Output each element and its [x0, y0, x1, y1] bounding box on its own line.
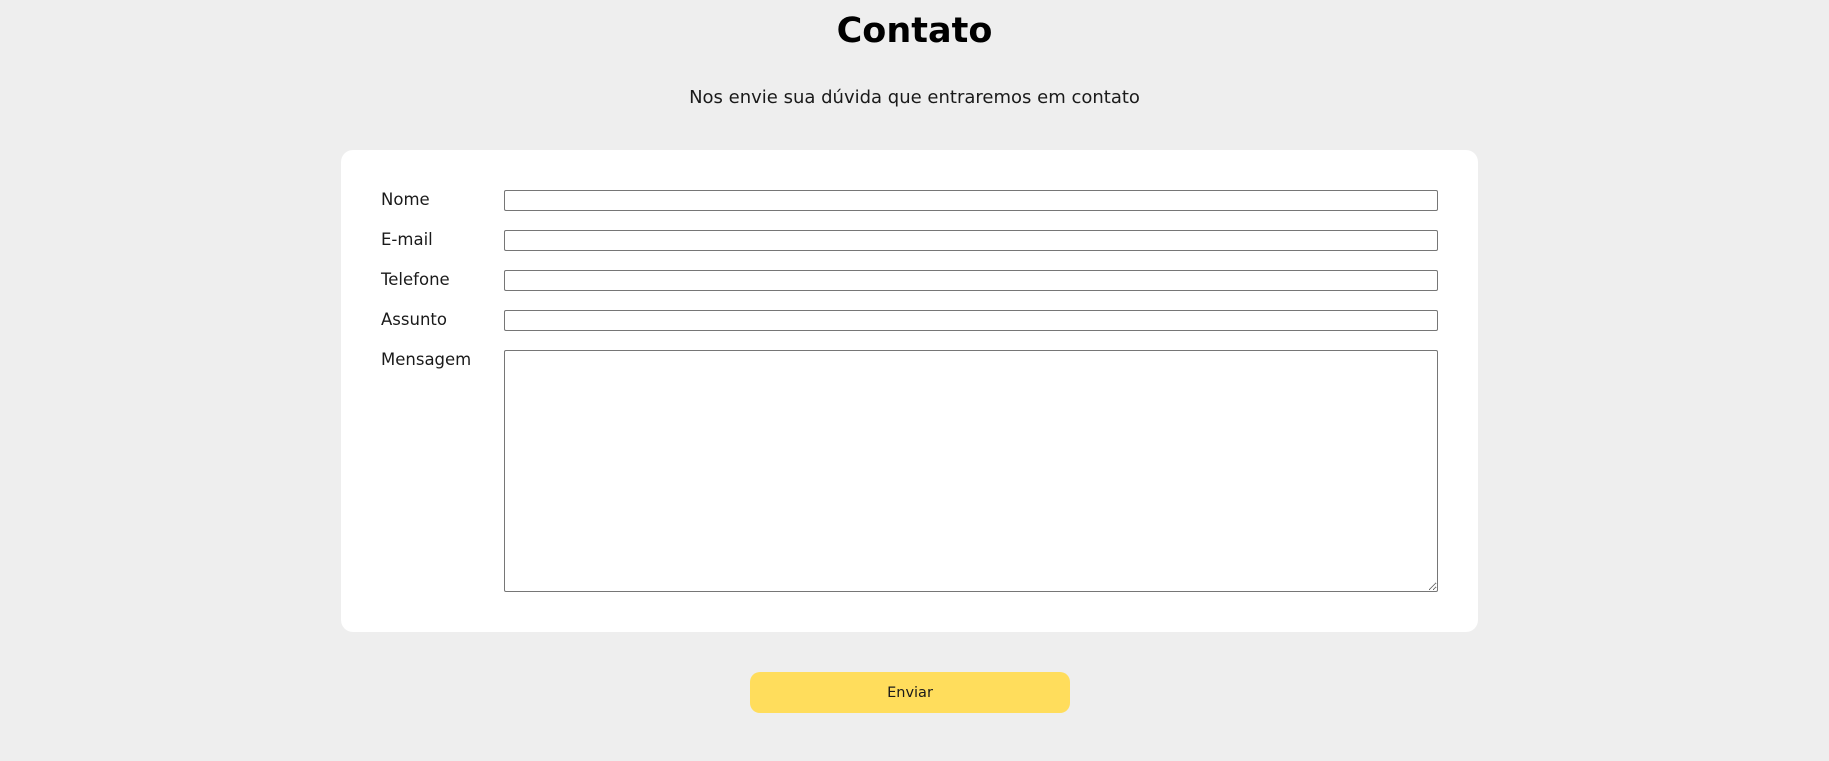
- nome-label: Nome: [381, 190, 430, 209]
- page-title: Contato: [836, 11, 993, 51]
- contact-form-card: Nome E-mail Telefone Assunto Mensagem: [341, 150, 1478, 632]
- assunto-input[interactable]: [504, 310, 1438, 331]
- email-label: E-mail: [381, 230, 433, 249]
- telefone-label: Telefone: [381, 270, 450, 289]
- assunto-label: Assunto: [381, 310, 447, 329]
- nome-input[interactable]: [504, 190, 1438, 211]
- email-input[interactable]: [504, 230, 1438, 251]
- mensagem-textarea[interactable]: [504, 350, 1438, 592]
- page-subtitle: Nos envie sua dúvida que entraremos em c…: [689, 87, 1140, 108]
- telefone-input[interactable]: [504, 270, 1438, 291]
- enviar-button[interactable]: Enviar: [750, 672, 1070, 713]
- mensagem-label: Mensagem: [381, 350, 472, 369]
